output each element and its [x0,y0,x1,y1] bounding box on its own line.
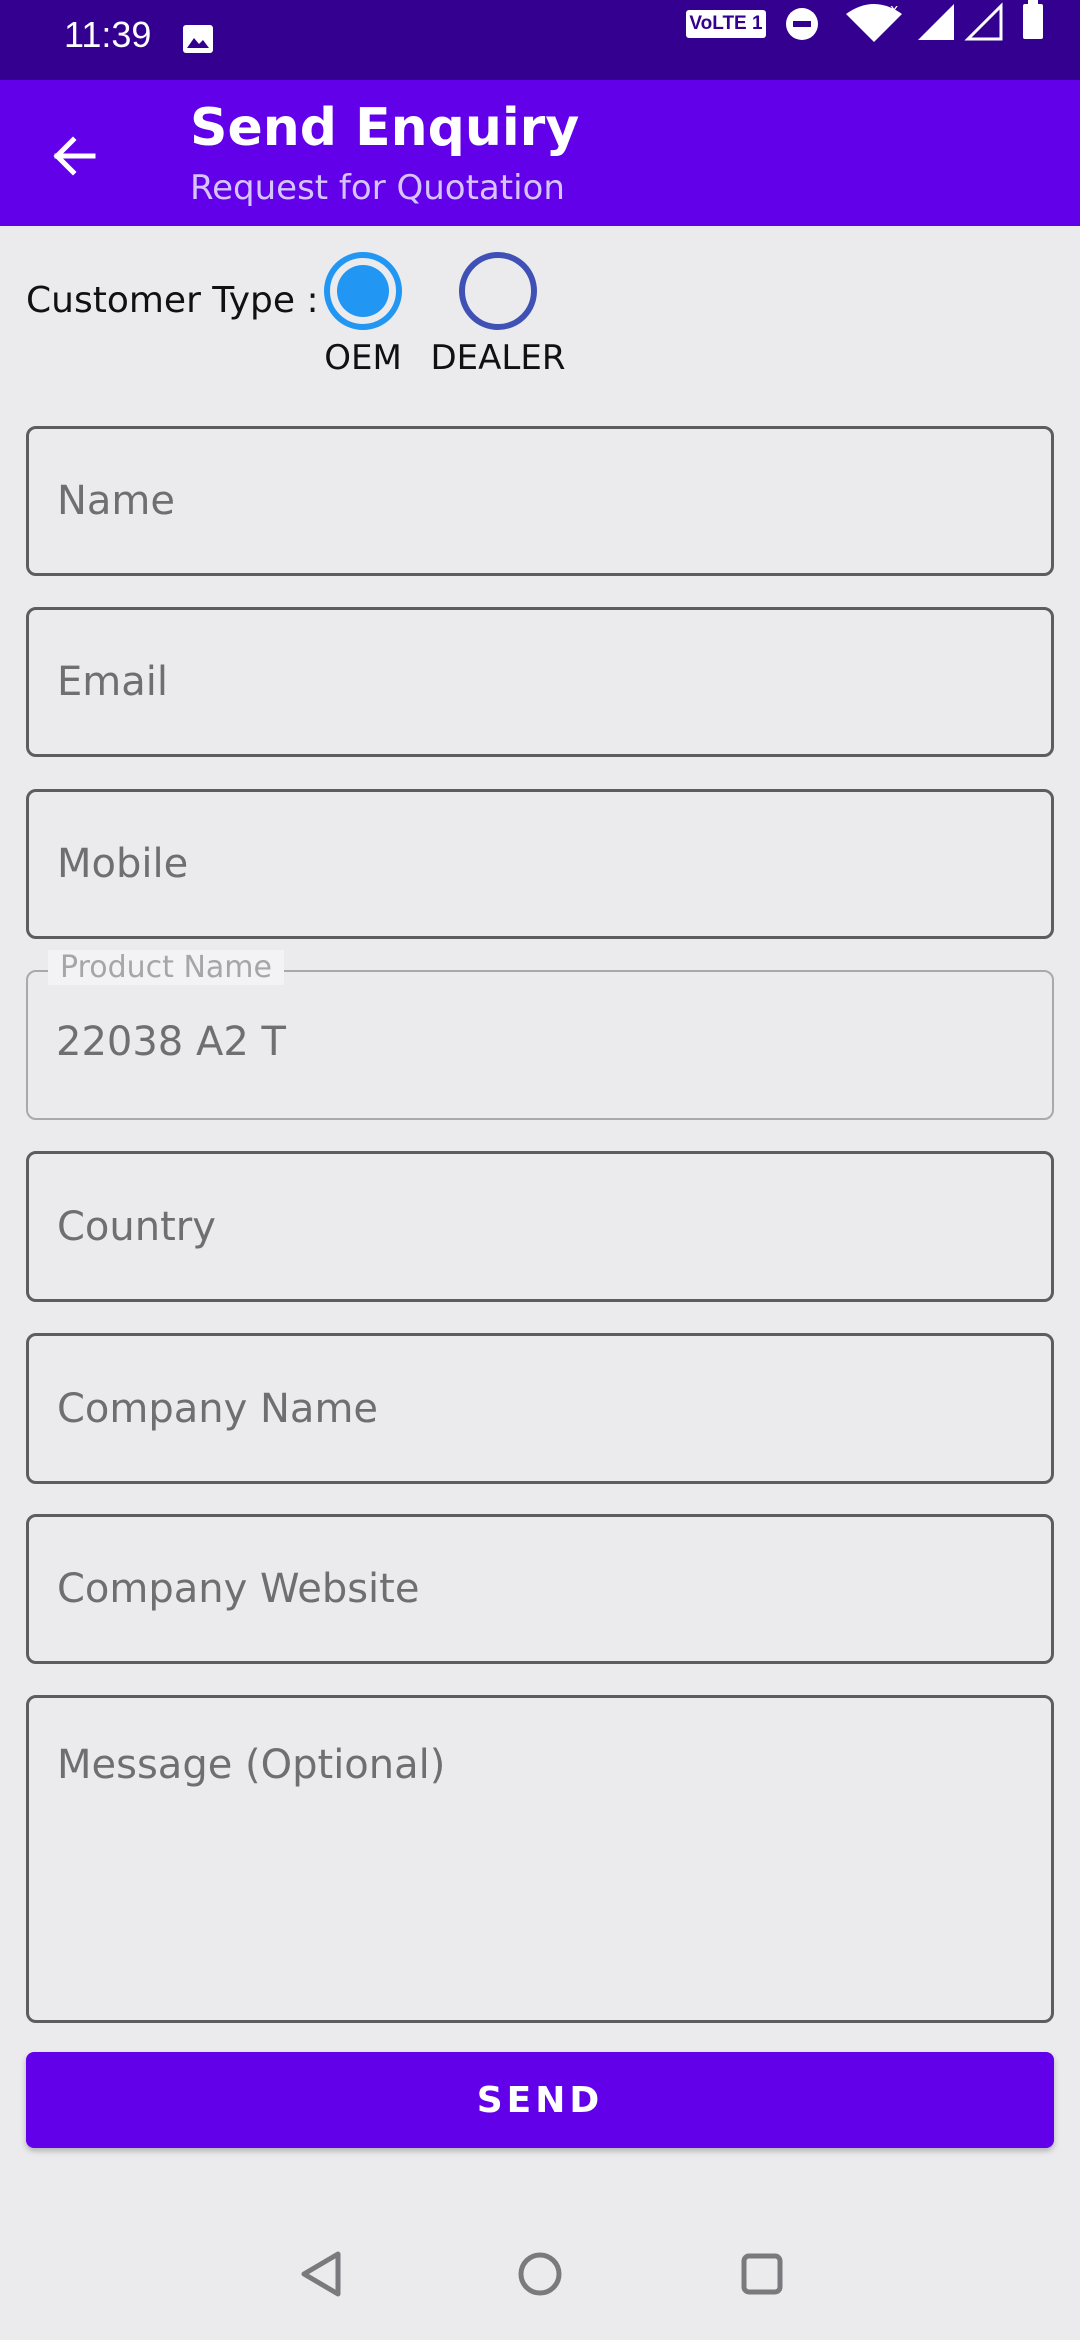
home-circle-icon[interactable] [510,2244,570,2304]
message-field-box [26,1695,1054,2023]
company-name-input[interactable] [57,1336,1023,1481]
customer-type-label: Customer Type : [26,280,319,321]
do-not-disturb-icon [786,8,818,40]
radio-label-dealer[interactable]: DEALER [424,338,572,378]
status-bar: 11:39 VoLTE 1 x [0,0,1080,80]
volte-badge: VoLTE 1 [686,10,766,38]
company-name-field-box [26,1333,1054,1484]
email-field-box [26,607,1054,757]
radio-label-oem[interactable]: OEM [312,338,414,378]
image-icon [183,25,213,53]
country-input[interactable] [57,1154,1023,1299]
wifi-icon: x [846,2,902,42]
product-name-label: Product Name [48,950,284,985]
product-name-field-box: Product Name [26,950,1054,1120]
signal-empty-icon [964,2,1003,41]
svg-text:x: x [890,2,898,18]
back-button[interactable] [34,116,114,196]
message-input[interactable] [57,1742,1023,2000]
mobile-input[interactable] [57,792,1023,936]
arrow-left-icon [53,136,96,176]
name-input[interactable] [57,429,1023,573]
recents-square-icon[interactable] [732,2244,792,2304]
page-title: Send Enquiry [190,98,580,158]
radio-oem[interactable] [324,252,402,330]
app-bar: Send Enquiry Request for Quotation [0,80,1080,226]
company-website-input[interactable] [57,1517,1023,1661]
status-time: 11:39 [64,14,152,55]
send-button[interactable]: SEND [26,2052,1054,2148]
product-name-input [56,1012,1024,1072]
mobile-field-box [26,789,1054,939]
navigation-bar [0,2210,1080,2340]
page-subtitle: Request for Quotation [190,168,565,208]
email-input[interactable] [57,610,1023,754]
name-field-box [26,426,1054,576]
radio-dot [337,265,389,317]
battery-icon [1023,0,1043,39]
radio-dealer[interactable] [459,252,537,330]
country-field-box [26,1151,1054,1302]
back-triangle-icon[interactable] [292,2244,352,2304]
signal-icon [918,4,954,40]
company-website-field-box [26,1514,1054,1664]
